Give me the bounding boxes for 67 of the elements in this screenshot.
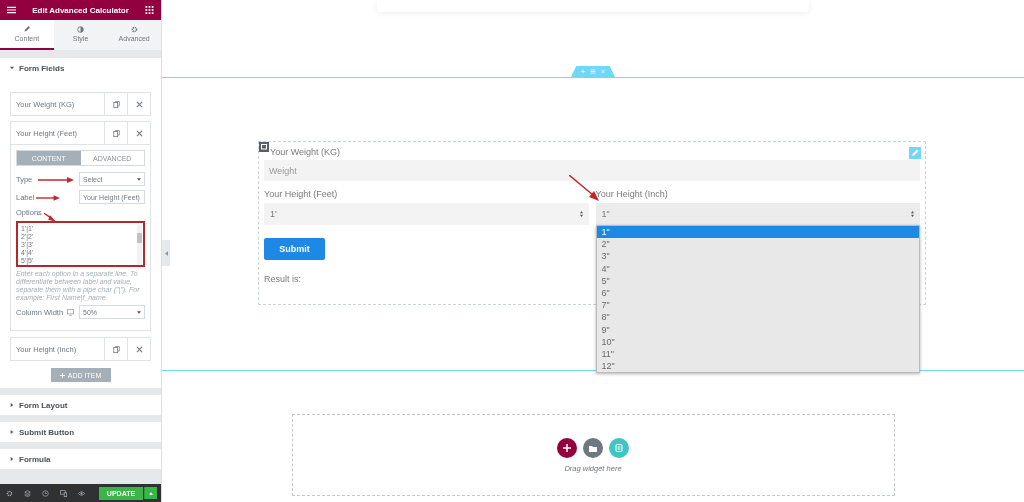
layers-icon[interactable] xyxy=(24,489,31,497)
add-template-button[interactable] xyxy=(583,437,603,458)
collapse-handle[interactable] xyxy=(162,240,170,266)
dropdown-option[interactable]: 9" xyxy=(596,323,919,336)
library-button[interactable] xyxy=(609,437,629,458)
sort-arrows-icon xyxy=(911,211,914,217)
close-icon[interactable] xyxy=(135,100,143,108)
pencil-icon xyxy=(23,26,31,33)
field-label: Your Height (Feet) xyxy=(264,189,339,201)
section-tools-icon xyxy=(580,69,606,74)
grid-icon[interactable] xyxy=(145,6,154,14)
caret-icon xyxy=(10,66,14,70)
dropdown-option[interactable]: 12" xyxy=(596,360,919,373)
dropdown-option[interactable]: 4" xyxy=(596,262,919,275)
dropdown-option[interactable]: 10" xyxy=(596,335,919,348)
caret-icon xyxy=(137,310,141,314)
section-handle[interactable] xyxy=(571,66,615,77)
inch-select[interactable]: 1" xyxy=(595,203,920,225)
responsive-icon[interactable] xyxy=(60,489,67,497)
annotation-arrow xyxy=(44,213,56,222)
section-header[interactable]: Submit Button xyxy=(0,422,161,442)
dropdown-option[interactable]: 2" xyxy=(596,238,919,251)
section-header[interactable]: Formula xyxy=(0,449,161,469)
document-icon xyxy=(615,443,623,452)
update-options-button[interactable] xyxy=(144,487,157,499)
folder-icon xyxy=(589,443,597,452)
sort-arrows-icon xyxy=(579,211,583,217)
eye-icon[interactable] xyxy=(78,489,85,497)
desktop-icon[interactable] xyxy=(67,308,75,316)
panel-title: Edit Advanced Calculator xyxy=(31,5,130,15)
contrast-icon xyxy=(77,26,84,33)
close-icon[interactable] xyxy=(135,345,143,353)
caret-icon xyxy=(149,491,153,495)
caret-icon xyxy=(10,457,14,461)
result-text: Result is: xyxy=(264,274,302,284)
caret-icon xyxy=(137,177,141,181)
dropdown-option[interactable]: 5" xyxy=(596,274,919,287)
duplicate-icon[interactable] xyxy=(112,129,120,137)
close-icon[interactable] xyxy=(135,129,143,137)
submit-button[interactable]: Submit xyxy=(264,238,325,260)
dropdown-option[interactable]: 6" xyxy=(596,286,919,300)
caret-icon xyxy=(10,430,14,434)
dropdown-option[interactable]: 1" xyxy=(596,226,919,239)
menu-icon[interactable] xyxy=(7,6,16,14)
gear-icon xyxy=(130,26,138,33)
settings-icon[interactable] xyxy=(6,489,13,497)
history-icon[interactable] xyxy=(42,489,49,497)
dropdown-option[interactable]: 8" xyxy=(596,311,919,324)
dropdown-option[interactable]: 11" xyxy=(596,347,919,361)
annotation-arrow xyxy=(38,177,74,183)
section-header[interactable]: Form Fields xyxy=(0,58,161,78)
duplicate-icon[interactable] xyxy=(112,100,120,108)
caret-icon xyxy=(10,403,14,407)
field-label: Your Height (Inch) xyxy=(595,189,669,201)
weight-input[interactable]: Weight xyxy=(264,160,920,181)
feet-select[interactable]: 1' xyxy=(264,203,589,225)
plus-icon xyxy=(563,443,571,452)
add-section-button[interactable] xyxy=(557,437,577,458)
duplicate-icon[interactable] xyxy=(112,345,120,353)
dropdown-option[interactable]: 3" xyxy=(596,250,919,263)
widget-handle-icon[interactable] xyxy=(259,142,269,152)
section-header[interactable]: Form Layout xyxy=(0,395,161,415)
field-label: Your Weight (KG) xyxy=(269,147,342,159)
caret-icon xyxy=(164,250,168,256)
plus-icon xyxy=(59,372,65,378)
dropdown-option[interactable]: 7" xyxy=(596,299,919,312)
annotation-arrow xyxy=(36,195,60,201)
